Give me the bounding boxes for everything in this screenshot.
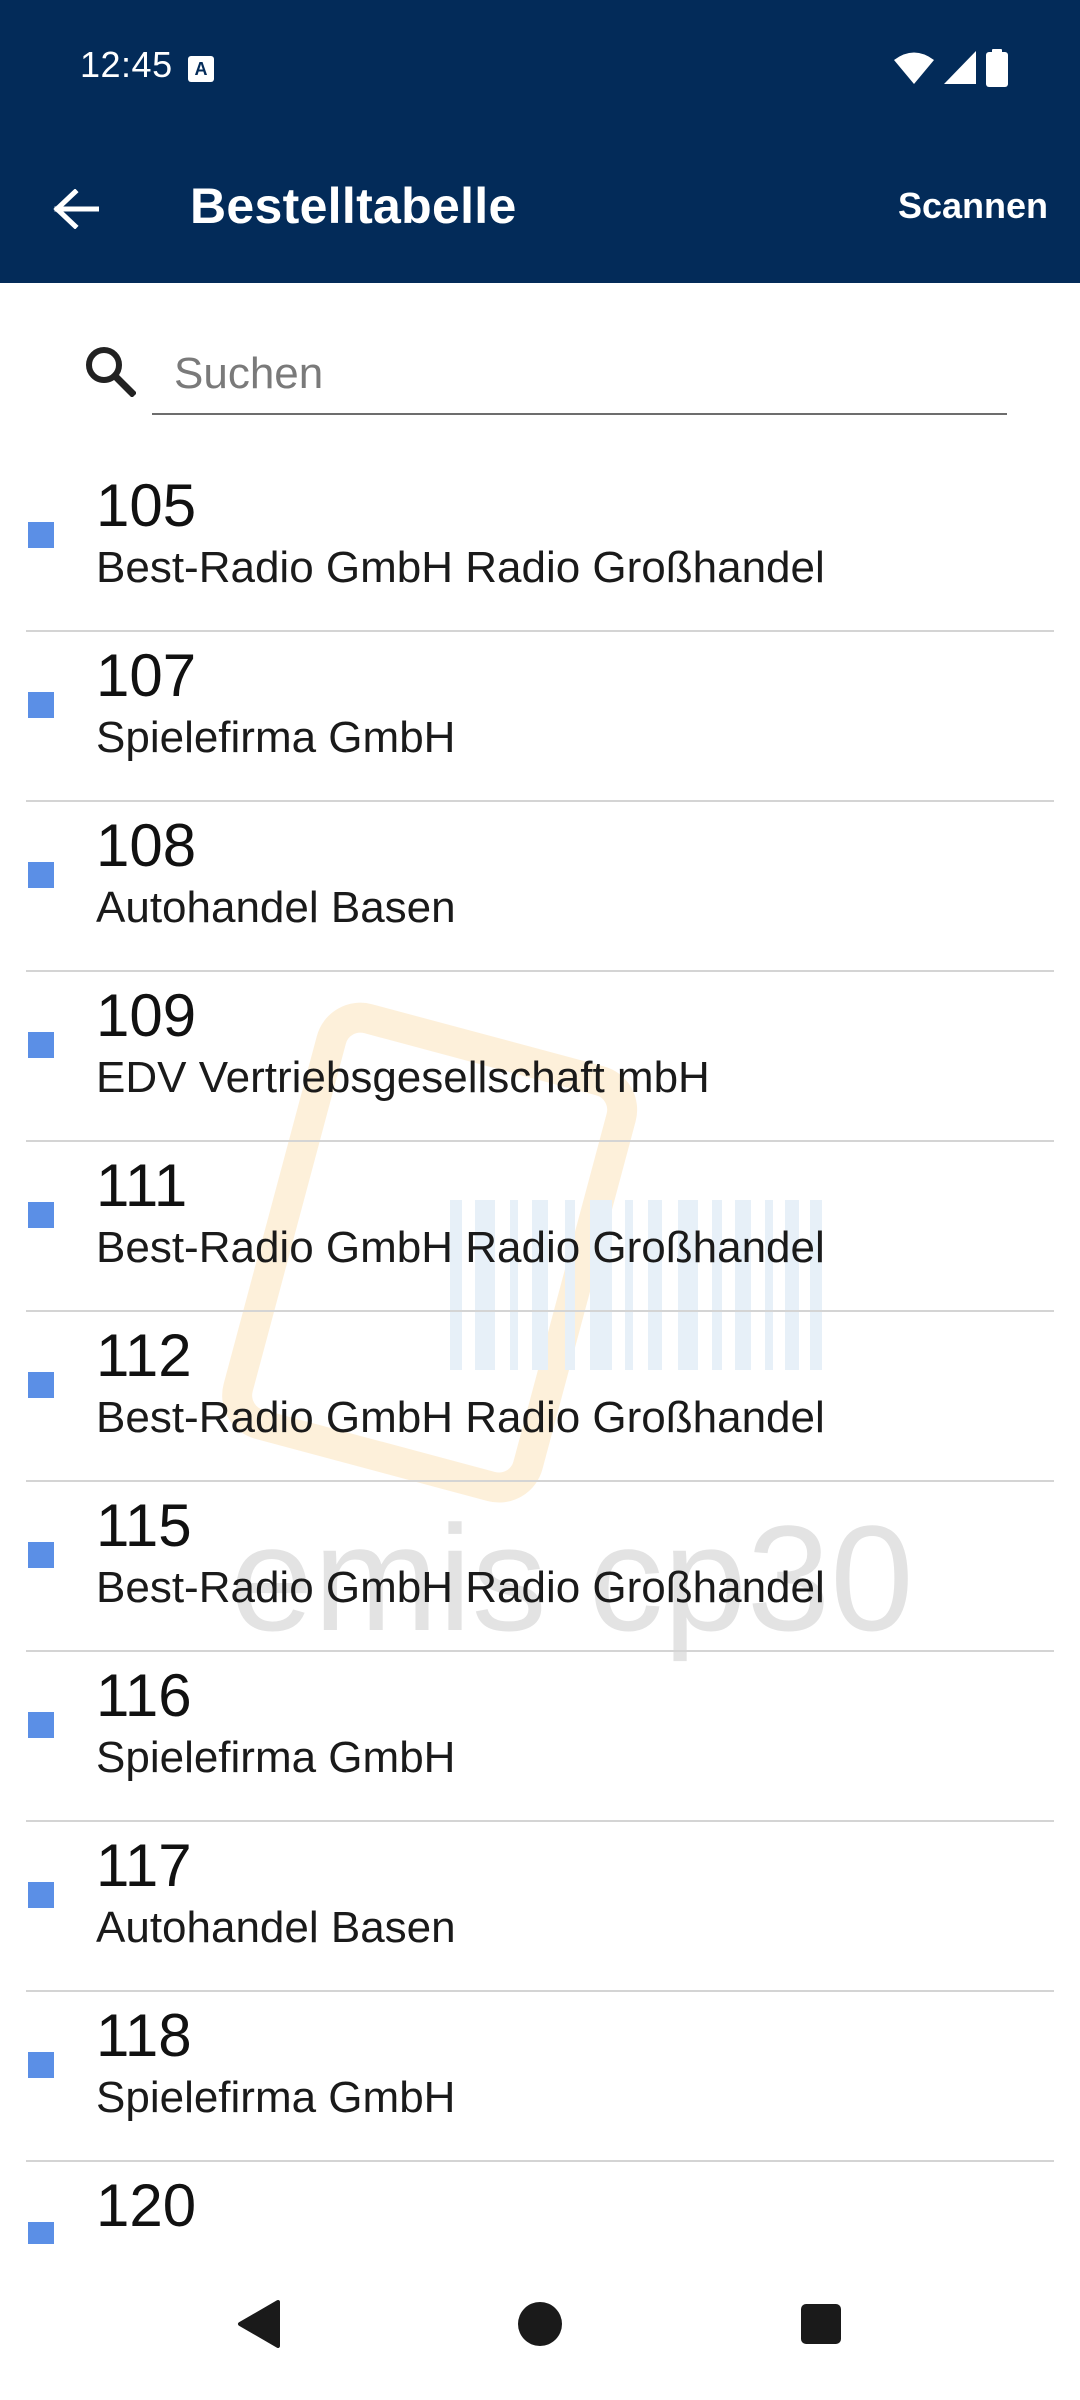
- search-input[interactable]: [152, 335, 1007, 415]
- recents-square-icon: [801, 2304, 841, 2344]
- nav-back-button[interactable]: [218, 2284, 298, 2364]
- order-number: 116: [96, 1662, 192, 1729]
- customer-name: Best-Radio GmbH Radio Großhandel: [96, 543, 825, 592]
- order-list: 105 Best-Radio GmbH Radio Großhandel 107 Sp…: [0, 462, 1080, 2244]
- customer-name: Spielefirma GmbH: [96, 1733, 456, 1782]
- order-row[interactable]: 108 Autohandel Basen: [26, 802, 1054, 972]
- row-marker-icon: [28, 1882, 54, 1908]
- order-row[interactable]: 107 Spielefirma GmbH: [26, 632, 1054, 802]
- order-row[interactable]: 120Autohandel Basen: [26, 2162, 1054, 2244]
- nav-home-button[interactable]: [500, 2284, 580, 2364]
- arrow-back-icon: [53, 189, 99, 229]
- order-row[interactable]: 117 Autohandel Basen: [26, 1822, 1054, 1992]
- order-row[interactable]: 105 Best-Radio GmbH Radio Großhandel: [26, 462, 1054, 632]
- row-marker-icon: [28, 862, 54, 888]
- order-number: 105: [96, 472, 197, 539]
- row-marker-icon: [28, 1202, 54, 1228]
- order-row[interactable]: 111 Best-Radio GmbH Radio Großhandel: [26, 1142, 1054, 1312]
- screen: 12:45 A Bestelltabelle Scannen Suchen em…: [0, 0, 1080, 2400]
- home-circle-icon: [518, 2302, 562, 2346]
- order-row[interactable]: 112 Best-Radio GmbH Radio Großhandel: [26, 1312, 1054, 1482]
- wifi-icon: [894, 52, 934, 84]
- order-row[interactable]: 116 Spielefirma GmbH: [26, 1652, 1054, 1822]
- scan-button[interactable]: Scannen: [898, 185, 1048, 227]
- row-marker-icon: [28, 1712, 54, 1738]
- search-bar: [0, 283, 1080, 443]
- customer-name: Spielefirma GmbH: [96, 2073, 456, 2122]
- navigation-bar: [0, 2244, 1080, 2400]
- order-number: 118: [96, 2002, 192, 2069]
- row-marker-icon: [28, 1032, 54, 1058]
- row-marker-icon: [28, 2052, 54, 2078]
- search-icon: [86, 347, 136, 397]
- back-triangle-icon: [238, 2300, 280, 2348]
- order-number: 111: [96, 1152, 188, 1219]
- customer-name: Autohandel Basen: [96, 1903, 456, 1952]
- page-title: Bestelltabelle: [190, 178, 517, 234]
- status-time: 12:45: [80, 44, 173, 85]
- order-row[interactable]: 109 EDV Vertriebsgesellschaft mbH: [26, 972, 1054, 1142]
- order-number: 115: [96, 1492, 192, 1559]
- row-marker-icon: [28, 2222, 54, 2244]
- customer-name: Best-Radio GmbH Radio Großhandel: [96, 1223, 825, 1272]
- order-number: 108: [96, 812, 197, 879]
- signal-icon: [944, 51, 976, 84]
- row-marker-icon: [28, 692, 54, 718]
- order-number: 107: [96, 642, 197, 709]
- customer-name: Autohandel Basen: [96, 883, 456, 932]
- app-bar: Bestelltabelle Scannen: [0, 135, 1080, 283]
- row-marker-icon: [28, 1542, 54, 1568]
- row-marker-icon: [28, 1372, 54, 1398]
- battery-icon: [986, 49, 1008, 87]
- order-number: 112: [96, 1322, 192, 1389]
- order-number: 117: [96, 1832, 192, 1899]
- order-row[interactable]: 115 Best-Radio GmbH Radio Großhandel: [26, 1482, 1054, 1652]
- order-number: 120: [96, 2172, 197, 2239]
- row-marker-icon: [28, 522, 54, 548]
- back-button[interactable]: [38, 171, 114, 247]
- customer-name: Best-Radio GmbH Radio Großhandel: [96, 1393, 825, 1442]
- customer-name: EDV Vertriebsgesellschaft mbH: [96, 1053, 710, 1102]
- customer-name: Spielefirma GmbH: [96, 713, 456, 762]
- order-number: 109: [96, 982, 197, 1049]
- status-icons: [894, 48, 1008, 88]
- order-row[interactable]: 118 Spielefirma GmbH: [26, 1992, 1054, 2162]
- customer-name: Best-Radio GmbH Radio Großhandel: [96, 1563, 825, 1612]
- nav-recents-button[interactable]: [781, 2284, 861, 2364]
- notification-a-icon: A: [188, 56, 214, 82]
- status-bar: 12:45 A: [0, 0, 1080, 135]
